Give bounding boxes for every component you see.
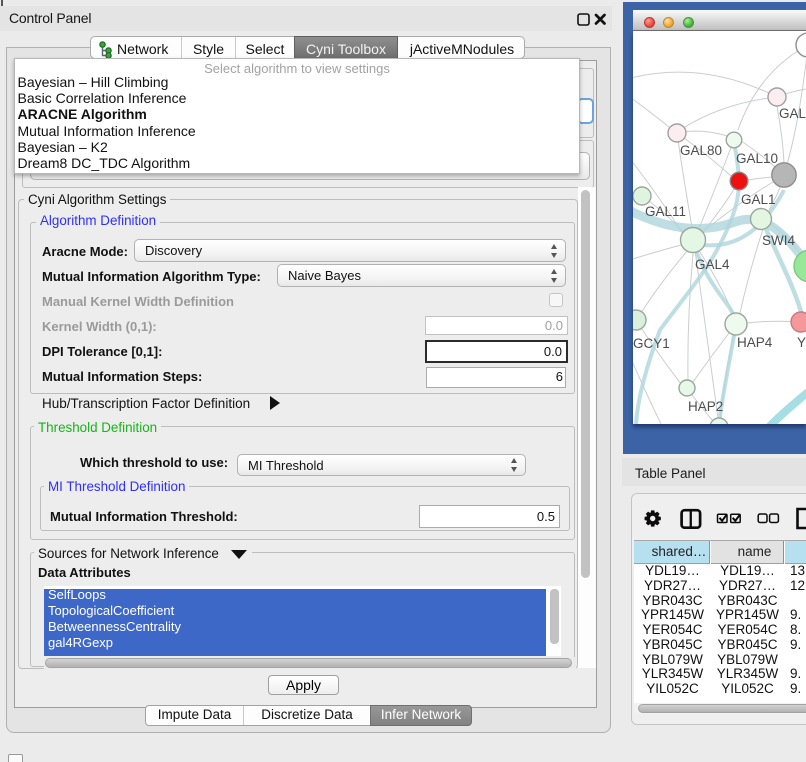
svg-text:GAL11: GAL11 xyxy=(645,204,686,219)
svg-text:SWI4: SWI4 xyxy=(762,233,795,248)
svg-text:GAL: GAL xyxy=(779,106,806,121)
svg-text:Y: Y xyxy=(797,335,806,350)
svg-text:HAP4: HAP4 xyxy=(737,335,773,350)
svg-text:HAP2: HAP2 xyxy=(688,399,723,414)
svg-text:GCY1: GCY1 xyxy=(633,336,670,351)
svg-text:GAL1: GAL1 xyxy=(741,192,776,207)
svg-text:GAL80: GAL80 xyxy=(680,143,722,158)
svg-text:GAL4: GAL4 xyxy=(695,257,730,272)
svg-text:GAL10: GAL10 xyxy=(736,151,778,166)
